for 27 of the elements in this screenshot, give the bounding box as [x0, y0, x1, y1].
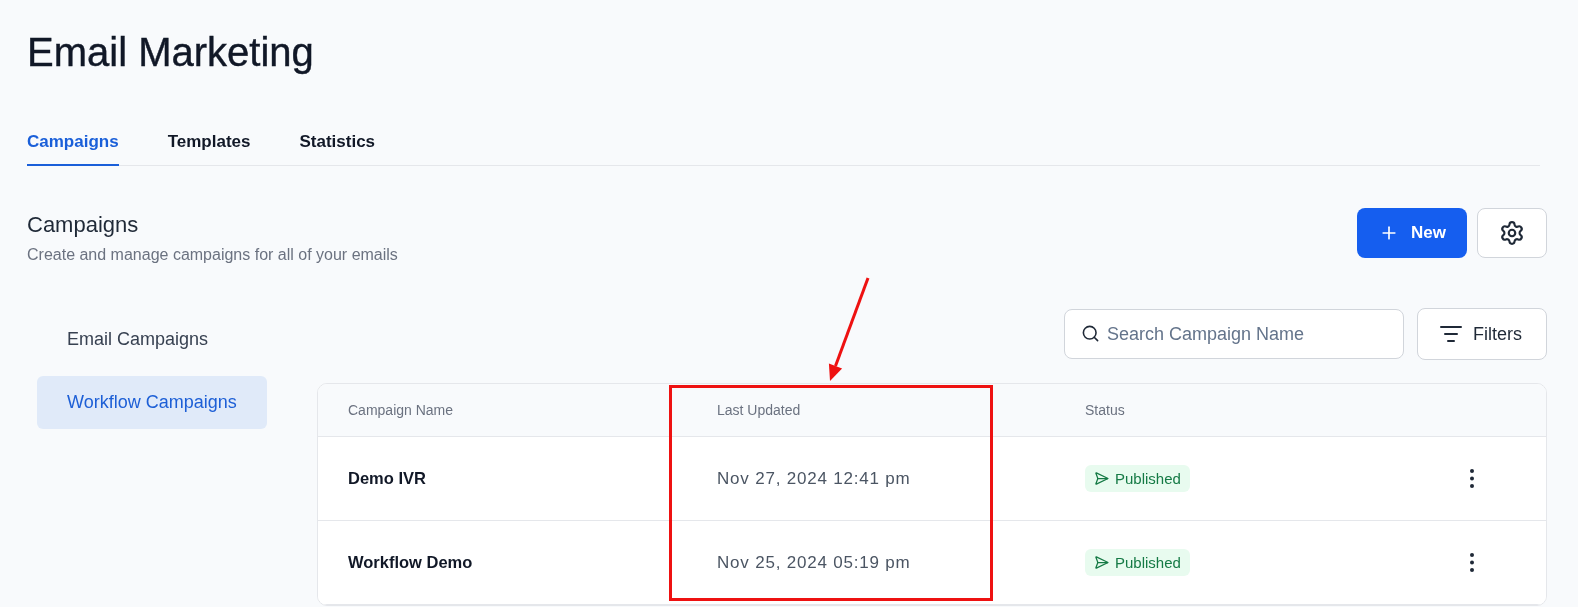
kebab-icon [1470, 469, 1474, 488]
tab[interactable]: Campaigns [27, 124, 119, 166]
campaign-name-cell: Demo IVR [348, 469, 426, 488]
date-cell: Nov 25, 2024 05:19 pm [717, 552, 911, 573]
column-header: Last Updated [717, 402, 801, 418]
status-label: Published [1115, 470, 1181, 487]
sidebar-item[interactable]: Workflow Campaigns [37, 376, 267, 429]
status-label: Published [1115, 554, 1181, 571]
campaign-name-cell: Workflow Demo [348, 553, 473, 572]
send-icon [1094, 471, 1109, 486]
new-button[interactable]: New [1357, 208, 1467, 258]
tab[interactable]: Statistics [299, 124, 376, 166]
page-title: Email Marketing [27, 29, 315, 76]
section-subtitle: Create and manage campaigns for all of your emails [27, 245, 398, 265]
date-cell: Nov 27, 2024 12:41 pm [717, 468, 911, 489]
column-header: Campaign Name [348, 402, 454, 418]
section-title: Campaigns [27, 211, 140, 239]
settings-button[interactable] [1477, 208, 1547, 258]
filters-button[interactable]: Filters [1417, 308, 1547, 360]
search-field[interactable]: Search Campaign Name [1064, 309, 1404, 359]
search-icon [1081, 324, 1100, 343]
settings-icon [1499, 220, 1525, 246]
tab[interactable]: Templates [167, 124, 251, 166]
send-icon [1094, 555, 1109, 570]
column-header: Status [1085, 402, 1125, 418]
kebab-icon [1470, 553, 1474, 572]
sidebar-item[interactable]: Email Campaigns [37, 313, 267, 366]
